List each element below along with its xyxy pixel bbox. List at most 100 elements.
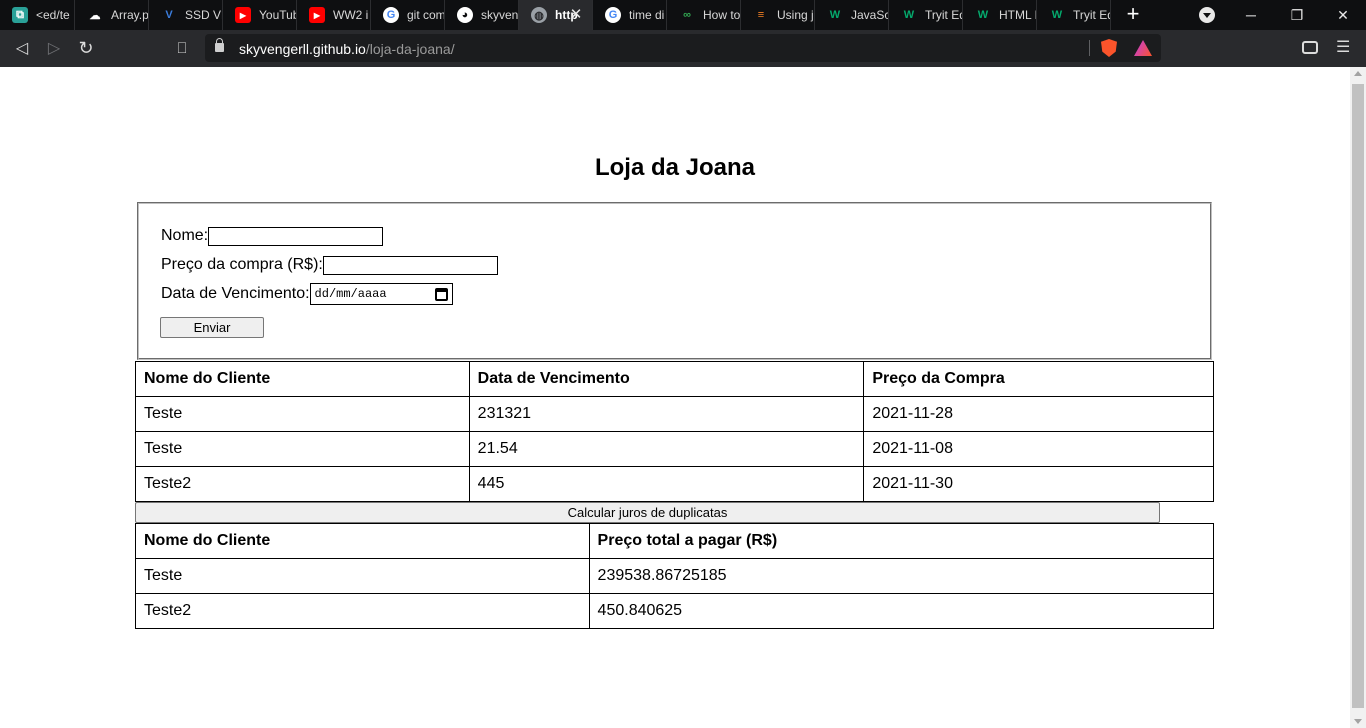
scroll-thumb[interactable] — [1352, 84, 1364, 708]
tab-title: skyven — [481, 8, 518, 22]
tab-8[interactable]: G time di — [593, 0, 667, 30]
tab-7-active[interactable]: ◍ http ✕ — [519, 0, 593, 30]
google-icon: G — [605, 7, 621, 23]
w3-icon: W — [903, 9, 915, 21]
table-row: Teste 231321 2021-11-28 — [135, 396, 1214, 432]
tab-title: Array.p — [111, 8, 148, 22]
close-icon[interactable]: ✕ — [568, 7, 584, 23]
tab-title: Tryit Ed — [1073, 8, 1110, 22]
globe-icon: ◍ — [531, 7, 547, 23]
table-row: Teste2 445 2021-11-30 — [135, 466, 1214, 502]
menu-icon[interactable]: ☰ — [1336, 40, 1350, 56]
brave-shields-icon[interactable] — [1101, 39, 1117, 57]
tab-title: WW2 i — [333, 8, 369, 22]
purchase-form: Nome: Preço da compra (R$): Data de Venc… — [137, 202, 1212, 360]
tab-title: HTML I — [999, 8, 1036, 22]
tab-6[interactable]: ◕ skyven — [445, 0, 519, 30]
url-host: skyvengerll.github.io — [239, 41, 366, 57]
tab-9[interactable]: ∞ How to — [667, 0, 741, 30]
tab-title: <ed/te — [36, 8, 70, 22]
google-icon: G — [383, 7, 399, 23]
column-header: Nome do Cliente — [135, 523, 590, 559]
forward-icon[interactable]: ▷ — [41, 36, 67, 60]
tab-10[interactable]: ≡ Using j — [741, 0, 815, 30]
table-row: Teste 239538.86725185 — [135, 558, 1215, 594]
url-text[interactable]: skyvengerll.github.io/loja-da-joana/ — [239, 41, 455, 57]
table-cell: 445 — [468, 466, 865, 502]
page-scrollbar[interactable] — [1350, 67, 1366, 728]
w3-icon: W — [977, 9, 989, 21]
tab-13[interactable]: W HTML I — [963, 0, 1037, 30]
date-label: Data de Vencimento: — [161, 285, 310, 302]
price-input[interactable] — [322, 255, 498, 275]
table-row: Teste2 450.840625 — [135, 593, 1215, 629]
tab-title: How to — [703, 8, 740, 22]
column-header: Data de Vencimento — [468, 361, 865, 397]
table-cell: Teste2 — [135, 593, 590, 629]
table-header-row: Nome do Cliente Preço total a pagar (R$) — [135, 523, 1215, 559]
table-cell: 2021-11-30 — [863, 466, 1214, 502]
editor-icon: ⧉ — [12, 7, 28, 23]
tab-title: JavaScr — [851, 8, 888, 22]
tab-1[interactable]: ☁ Array.p — [75, 0, 149, 30]
tab-2[interactable]: V SSD VF — [149, 0, 223, 30]
lock-icon[interactable] — [215, 38, 224, 52]
scroll-up-icon[interactable] — [1354, 71, 1362, 76]
table-cell: Teste — [135, 431, 470, 467]
tab-0[interactable]: ⧉ <ed/te — [0, 0, 75, 30]
table-cell: 231321 — [468, 396, 865, 432]
tab-3[interactable]: ▶ YouTub — [223, 0, 297, 30]
brave-rewards-icon[interactable] — [1134, 40, 1152, 56]
tab-5[interactable]: G git com — [371, 0, 445, 30]
tab-title: SSD VF — [185, 8, 222, 22]
stackoverflow-icon: ≡ — [757, 9, 765, 21]
table-cell: Teste — [135, 558, 590, 594]
tab-11[interactable]: W JavaScr — [815, 0, 889, 30]
back-icon[interactable]: ◁ — [9, 36, 35, 60]
column-header: Nome do Cliente — [135, 361, 470, 397]
submit-button[interactable]: Enviar — [160, 317, 264, 338]
date-row: Data de Vencimento: dd/mm/aaaa — [161, 283, 453, 305]
table-cell: 2021-11-08 — [863, 431, 1214, 467]
tab-title: time di — [629, 8, 665, 22]
restore-button[interactable]: ❐ — [1274, 0, 1320, 30]
name-input[interactable] — [208, 226, 384, 246]
close-window-button[interactable]: ✕ — [1320, 0, 1366, 30]
tab-title: Using j — [777, 8, 814, 22]
purchases-table: Nome do Cliente Data de Vencimento Preço… — [135, 361, 1214, 502]
calculate-interest-button[interactable]: Calcular juros de duplicatas — [135, 502, 1160, 523]
github-icon: ◕ — [457, 7, 473, 23]
calendar-icon[interactable] — [434, 287, 448, 301]
table-cell: 239538.86725185 — [588, 558, 1215, 594]
scroll-down-icon[interactable] — [1354, 719, 1362, 724]
column-header: Preço total a pagar (R$) — [588, 523, 1215, 559]
date-placeholder: dd/mm/aaaa — [314, 287, 387, 301]
table-cell: 21.54 — [468, 431, 865, 467]
name-row: Nome: — [161, 226, 384, 246]
reload-icon[interactable]: ↻ — [73, 36, 99, 60]
column-header: Preço da Compra — [863, 361, 1214, 397]
table-cell: Teste — [135, 396, 470, 432]
minimize-button[interactable]: ─ — [1228, 0, 1274, 30]
date-input[interactable]: dd/mm/aaaa — [309, 283, 453, 305]
new-tab-button[interactable]: + — [1121, 3, 1145, 27]
youtube-icon: ▶ — [235, 7, 251, 23]
totals-table: Nome do Cliente Preço total a pagar (R$)… — [135, 523, 1215, 629]
table-cell: Teste2 — [135, 466, 470, 502]
tab-4[interactable]: ▶ WW2 i — [297, 0, 371, 30]
table-header-row: Nome do Cliente Data de Vencimento Preço… — [135, 361, 1214, 397]
tab-12[interactable]: W Tryit Ed — [889, 0, 963, 30]
name-label: Nome: — [161, 227, 209, 244]
tab-search-icon[interactable] — [1199, 7, 1215, 23]
browser-toolbar: ◁ ▷ ↻ ⎕ skyvengerll.github.io/loja-da-jo… — [0, 30, 1366, 67]
youtube-icon: ▶ — [309, 7, 325, 23]
wallet-icon[interactable] — [1302, 41, 1318, 54]
tab-title: git com — [407, 8, 444, 22]
url-path: /loja-da-joana/ — [365, 41, 455, 57]
cloud-icon: ☁ — [89, 9, 101, 22]
w3-icon: W — [1051, 9, 1063, 21]
address-bar[interactable]: skyvengerll.github.io/loja-da-joana/ — [205, 34, 1161, 62]
bookmark-icon[interactable]: ⎕ — [169, 36, 195, 60]
tab-14[interactable]: W Tryit Ed — [1037, 0, 1111, 30]
price-row: Preço da compra (R$): — [161, 255, 498, 275]
